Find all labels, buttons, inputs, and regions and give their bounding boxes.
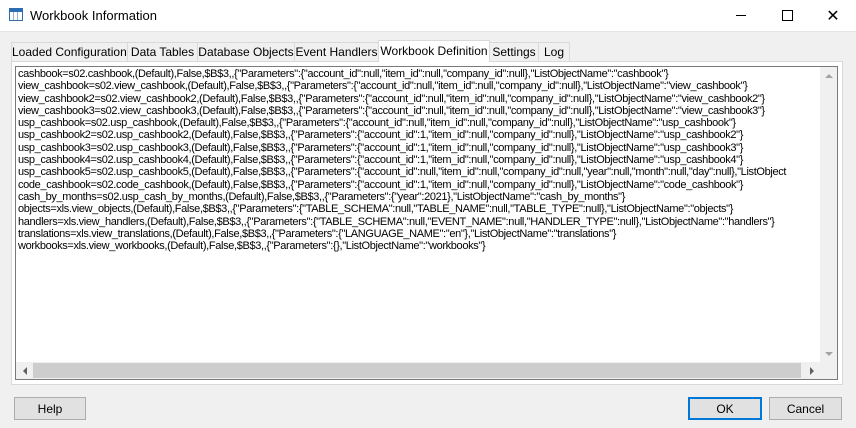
definition-line: cashbook=s02.cashbook,(Default),False,$B…	[18, 68, 669, 80]
definition-line: usp_cashbook=s02.usp_cashbook,(Default),…	[18, 117, 736, 130]
scroll-corner	[820, 362, 837, 379]
maximize-button[interactable]	[764, 0, 810, 31]
maximize-icon	[781, 10, 793, 21]
title-bar: Workbook Information ✕	[0, 0, 856, 32]
close-icon: ✕	[826, 7, 840, 25]
definition-line: objects=xls.view_objects,(Default),False…	[18, 203, 734, 216]
scroll-down-icon[interactable]	[820, 345, 837, 362]
definition-line: usp_cashbook5=s02.usp_cashbook5,(Default…	[18, 166, 787, 179]
definition-text[interactable]: cashbook=s02.cashbook,(Default),False,$B…	[18, 68, 820, 362]
minimize-button[interactable]	[718, 0, 764, 31]
cancel-button[interactable]: Cancel	[769, 397, 842, 420]
scroll-left-icon[interactable]	[16, 362, 33, 379]
tab-data-tables[interactable]: Data Tables	[127, 42, 198, 61]
definition-line: view_cashbook=s02.view_cashbook,(Default…	[18, 80, 748, 93]
tab-event-handlers[interactable]: Event Handlers	[294, 42, 379, 61]
tab-database-objects[interactable]: Database Objects	[197, 42, 295, 61]
definition-line: view_cashbook2=s02.view_cashbook2,(Defau…	[18, 92, 765, 105]
definition-line: usp_cashbook2=s02.usp_cashbook2,(Default…	[18, 129, 744, 142]
tab-workbook-definition[interactable]: Workbook Definition	[378, 40, 490, 62]
scroll-up-icon[interactable]	[820, 67, 837, 84]
spreadsheet-icon	[9, 8, 23, 21]
help-button[interactable]: Help	[14, 397, 86, 420]
definition-line: usp_cashbook4=s02.usp_cashbook4,(Default…	[18, 154, 744, 167]
definition-line: code_cashbook=s02.code_cashbook,(Default…	[18, 178, 744, 191]
close-button[interactable]: ✕	[810, 0, 856, 31]
definition-line: translations=xls.view_translations,(Defa…	[18, 227, 617, 240]
definition-line: view_cashbook3=s02.view_cashbook3,(Defau…	[18, 104, 765, 117]
horizontal-scroll-thumb[interactable]	[33, 363, 801, 378]
horizontal-scrollbar[interactable]	[16, 362, 820, 379]
scroll-right-icon[interactable]	[803, 362, 820, 379]
definition-line: handlers=xls.view_handlers,(Default),Fal…	[18, 215, 775, 228]
minimize-icon	[736, 15, 746, 16]
vertical-scrollbar[interactable]	[820, 67, 837, 362]
definition-line: usp_cashbook3=s02.usp_cashbook3,(Default…	[18, 141, 744, 154]
ok-button[interactable]: OK	[688, 397, 762, 420]
definition-line: workbooks=xls.view_workbooks,(Default),F…	[18, 240, 486, 253]
tab-settings[interactable]: Settings	[489, 42, 539, 61]
definition-line: cash_by_months=s02.usp_cash_by_months,(D…	[18, 190, 626, 203]
window-title: Workbook Information	[30, 8, 157, 23]
tab-log[interactable]: Log	[538, 42, 570, 61]
tab-loaded-configurations[interactable]: Loaded Configurations	[11, 42, 133, 61]
definition-textbox[interactable]: cashbook=s02.cashbook,(Default),False,$B…	[15, 66, 838, 380]
